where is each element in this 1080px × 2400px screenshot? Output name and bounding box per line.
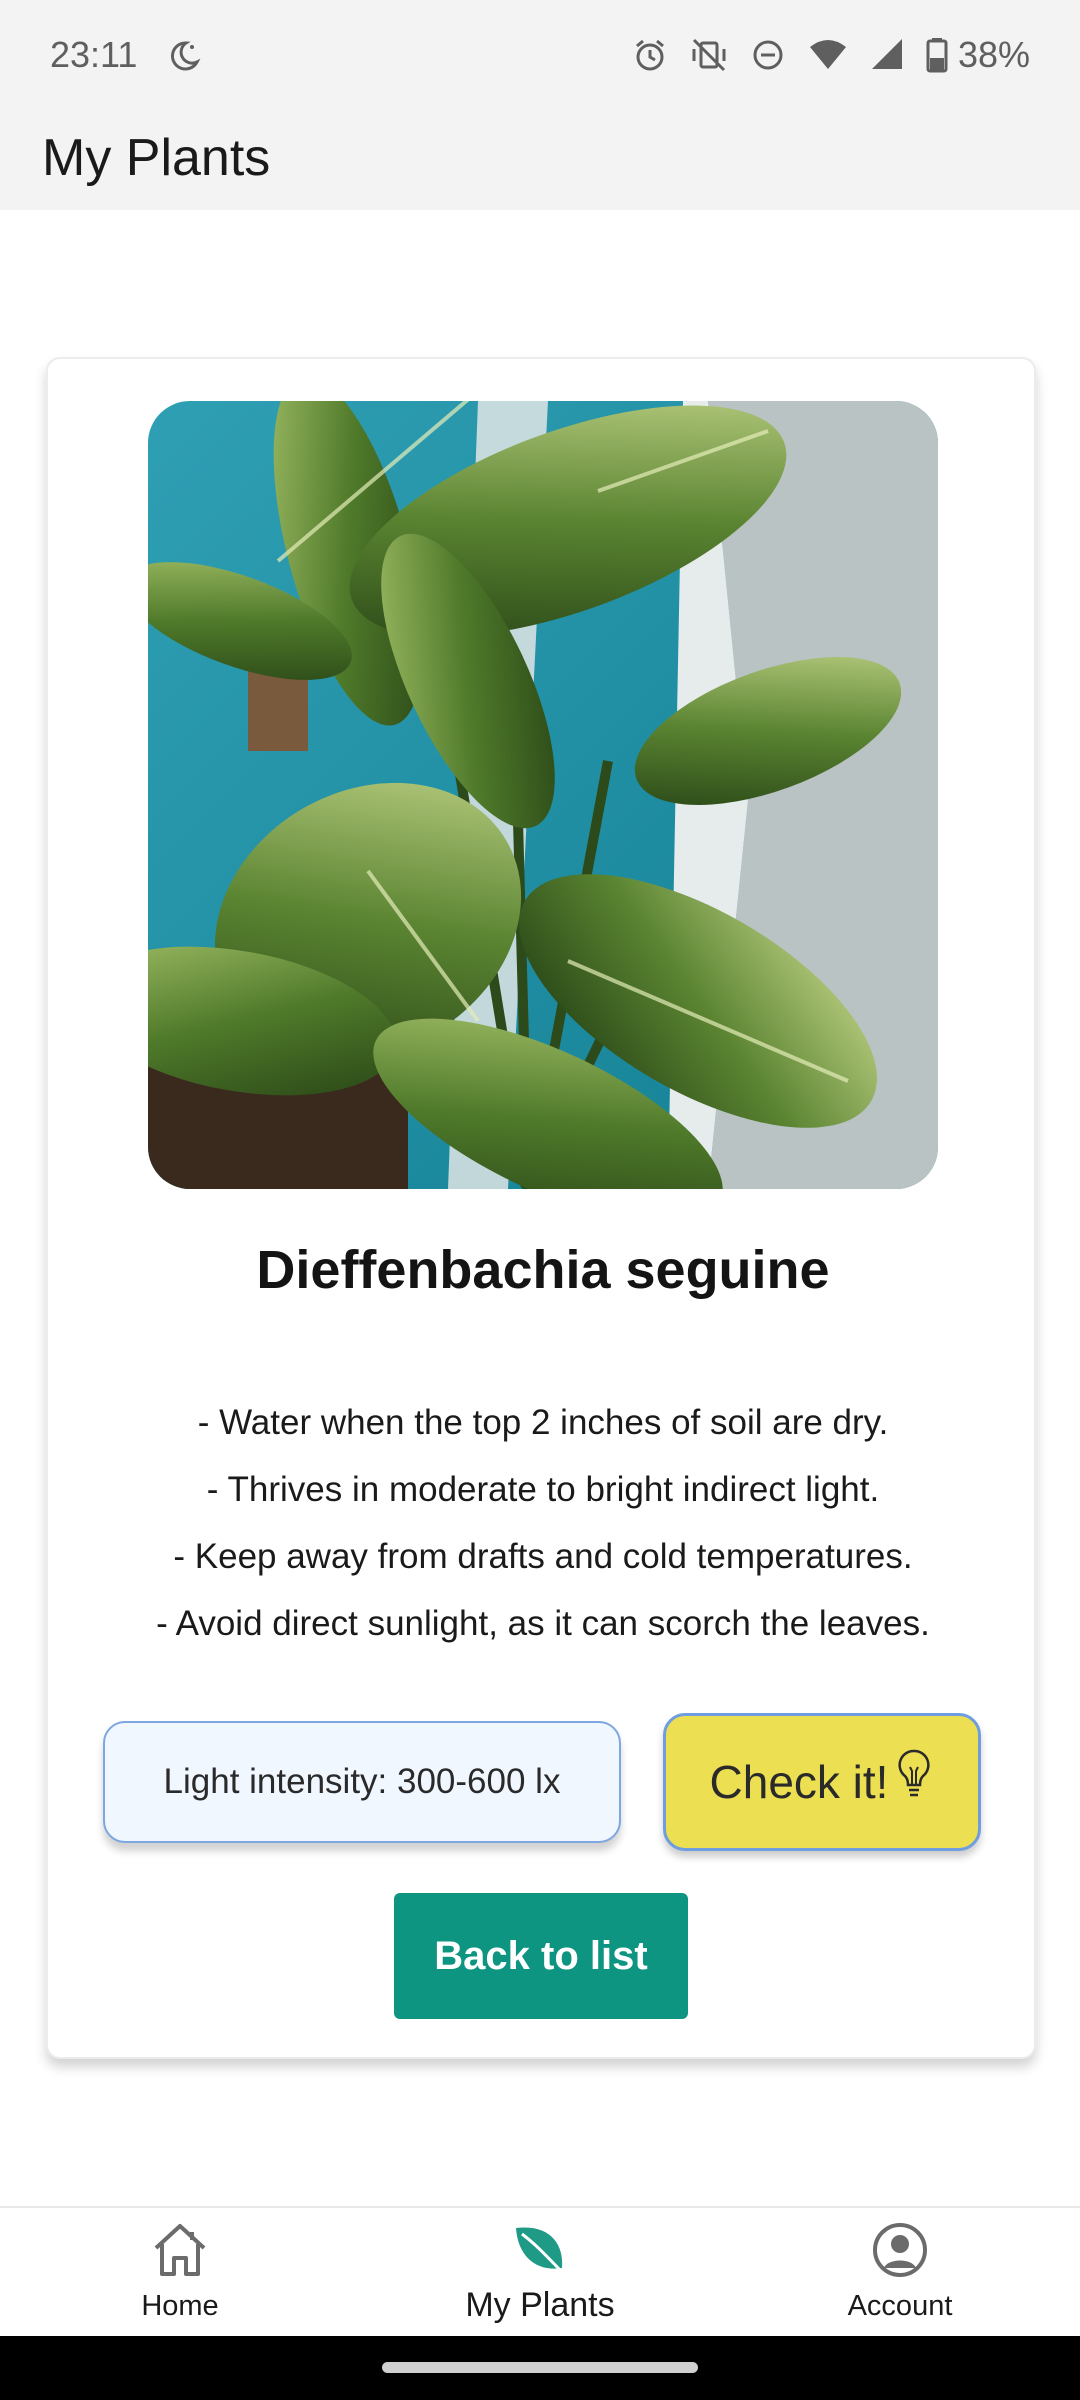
alarm-icon bbox=[635, 39, 664, 71]
nav-label-account: Account bbox=[847, 2290, 953, 2322]
wifi-icon bbox=[809, 40, 846, 69]
plant-photo bbox=[148, 401, 938, 1189]
battery-icon bbox=[926, 38, 948, 73]
care-item: - Avoid direct sunlight, as it can scorc… bbox=[156, 1604, 930, 1643]
nav-item-account[interactable]: Account bbox=[800, 2208, 1000, 2338]
app-bar: My Plants bbox=[0, 116, 1080, 210]
do-not-disturb-icon bbox=[753, 40, 783, 70]
account-icon bbox=[873, 2223, 927, 2277]
status-bar: 23:11 38% bbox=[0, 0, 1080, 116]
plant-name: Dieffenbachia seguine bbox=[256, 1240, 830, 1300]
battery-percentage: 38% bbox=[957, 34, 1030, 75]
lightbulb-icon bbox=[898, 1749, 931, 1797]
home-icon bbox=[154, 2224, 206, 2276]
light-intensity-label: Light intensity: 300-600 lx bbox=[163, 1762, 561, 1801]
back-to-list-button[interactable]: Back to list bbox=[394, 1893, 688, 2019]
care-instructions: - Water when the top 2 inches of soil ar… bbox=[48, 1389, 1038, 1657]
check-light-label: Check it! bbox=[709, 1756, 889, 1808]
bottom-navigation: Home My Plants Account bbox=[0, 2206, 1080, 2336]
light-intensity-field: Light intensity: 300-600 lx bbox=[103, 1721, 621, 1843]
back-to-list-label: Back to list bbox=[434, 1933, 648, 1978]
nav-label-my-plants: My Plants bbox=[465, 2286, 615, 2324]
nav-item-my-plants[interactable]: My Plants bbox=[420, 2208, 660, 2338]
care-item: - Keep away from drafts and cold tempera… bbox=[173, 1537, 913, 1576]
vibrate-off-icon bbox=[692, 38, 726, 72]
status-icons: 38% bbox=[632, 34, 1030, 76]
nav-item-home[interactable]: Home bbox=[80, 2208, 280, 2338]
status-time: 23:11 bbox=[50, 34, 138, 75]
page-title: My Plants bbox=[42, 129, 271, 187]
moon-icon bbox=[170, 41, 201, 71]
system-navigation-bar bbox=[0, 2336, 1080, 2400]
signal-icon bbox=[871, 39, 902, 69]
home-gesture-handle[interactable] bbox=[382, 2362, 698, 2373]
care-item: - Thrives in moderate to bright indirect… bbox=[206, 1470, 880, 1509]
nav-label-home: Home bbox=[141, 2290, 219, 2322]
plant-detail-card: Dieffenbachia seguine - Water when the t… bbox=[46, 357, 1036, 2059]
leaf-icon bbox=[516, 2227, 568, 2278]
care-item: - Water when the top 2 inches of soil ar… bbox=[197, 1403, 889, 1442]
check-light-button[interactable]: Check it! bbox=[663, 1713, 981, 1851]
